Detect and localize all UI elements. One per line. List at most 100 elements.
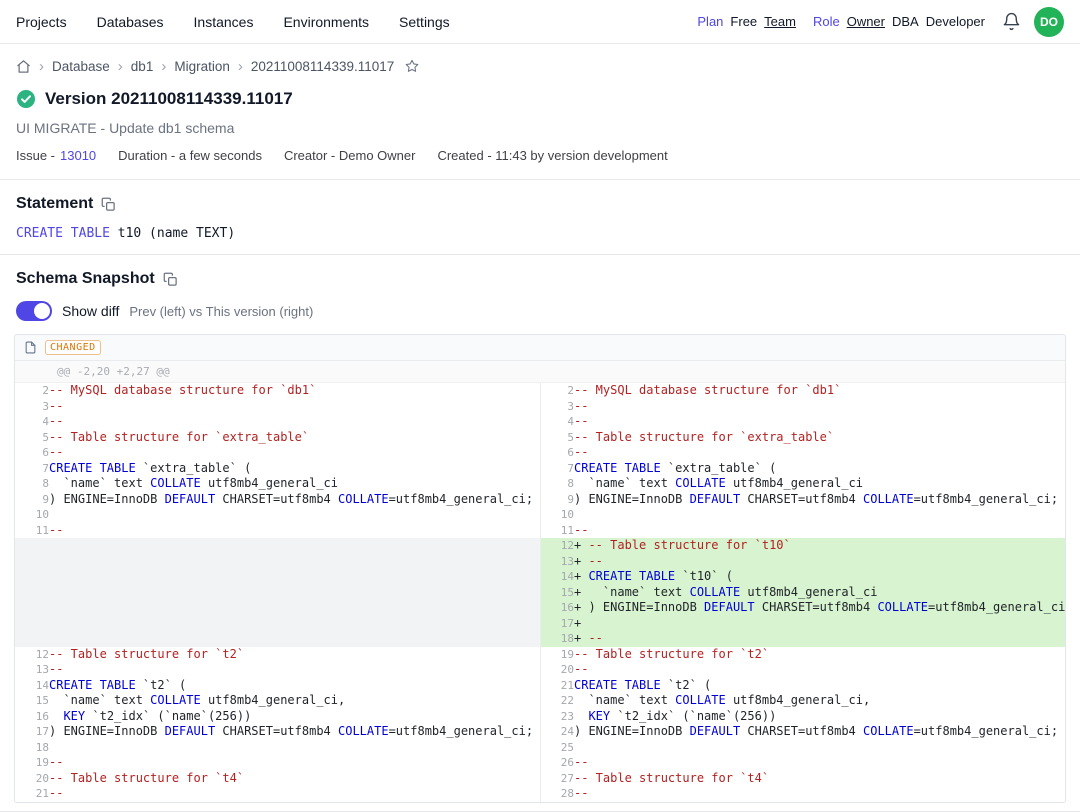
breadcrumb-separator: › (238, 59, 243, 74)
bell-icon (1002, 12, 1021, 31)
code-line (49, 740, 540, 756)
line-number: 6 (540, 445, 574, 461)
divider (0, 254, 1080, 255)
issue-label: Issue - (16, 148, 55, 163)
copy-snapshot-button[interactable] (163, 272, 178, 287)
code-line (49, 616, 540, 632)
code-line: CREATE TABLE `t2` ( (574, 678, 1065, 694)
diff-row: 14+ CREATE TABLE `t10` ( (15, 569, 1065, 585)
diff-row: 16 KEY `t2_idx` (`name`(256))23 KEY `t2_… (15, 709, 1065, 725)
code-line: -- MySQL database structure for `db1` (49, 383, 540, 399)
divider (0, 179, 1080, 180)
code-line: ) ENGINE=InnoDB DEFAULT CHARSET=utf8mb4 … (49, 492, 540, 508)
code-line: + -- (574, 554, 1065, 570)
code-line: + ) ENGINE=InnoDB DEFAULT CHARSET=utf8mb… (574, 600, 1065, 616)
plan-link[interactable]: Plan (697, 14, 723, 29)
code-line (49, 631, 540, 647)
code-line (574, 507, 1065, 523)
sql-rest: t10 (name TEXT) (110, 226, 235, 241)
diff-row: 2-- MySQL database structure for `db1`2-… (15, 383, 1065, 399)
code-line (49, 538, 540, 554)
diff-row: 12-- Table structure for `t2`19-- Table … (15, 647, 1065, 663)
breadcrumb-item[interactable]: db1 (131, 59, 154, 74)
code-line: -- (574, 414, 1065, 430)
meta-created: Created - 11:43 by version development (437, 148, 667, 163)
team-link[interactable]: Team (764, 14, 796, 29)
file-icon (24, 340, 37, 355)
code-line: -- (574, 786, 1065, 802)
diff-row: 12+ -- Table structure for `t10` (15, 538, 1065, 554)
code-line: -- (49, 445, 540, 461)
code-line: -- MySQL database structure for `db1` (574, 383, 1065, 399)
breadcrumb-separator: › (39, 59, 44, 74)
breadcrumb-item[interactable]: Database (52, 59, 110, 74)
line-number: 24 (540, 724, 574, 740)
code-line (49, 569, 540, 585)
code-line (49, 600, 540, 616)
diff-row: 1825 (15, 740, 1065, 756)
diff-row: 17) ENGINE=InnoDB DEFAULT CHARSET=utf8mb… (15, 724, 1065, 740)
code-line: `name` text COLLATE utf8mb4_general_ci, (49, 693, 540, 709)
line-number: 25 (540, 740, 574, 756)
role-owner-link[interactable]: Owner (847, 14, 885, 29)
diff-row: 11--11-- (15, 523, 1065, 539)
diff-row: 9) ENGINE=InnoDB DEFAULT CHARSET=utf8mb4… (15, 492, 1065, 508)
role-dba-link[interactable]: DBA (892, 14, 919, 29)
diff-toolbar: CHANGED (15, 335, 1065, 361)
code-line: -- Table structure for `extra_table` (49, 430, 540, 446)
nav-right: Plan Free Team Role Owner DBA Developer … (697, 7, 1064, 37)
nav-item-settings[interactable]: Settings (399, 14, 450, 30)
line-number: 23 (540, 709, 574, 725)
favorite-button[interactable] (404, 58, 420, 74)
code-line: ) ENGINE=InnoDB DEFAULT CHARSET=utf8mb4 … (574, 724, 1065, 740)
line-number: 6 (15, 445, 49, 461)
line-number: 14 (15, 678, 49, 694)
breadcrumb-home[interactable] (16, 59, 31, 74)
line-number: 4 (15, 414, 49, 430)
breadcrumb: ›Database›db1›Migration›20211008114339.1… (0, 44, 1080, 74)
code-line: -- (49, 414, 540, 430)
nav-item-environments[interactable]: Environments (283, 14, 369, 30)
copy-icon (101, 197, 116, 212)
line-number (15, 600, 49, 616)
code-line (574, 740, 1065, 756)
diff-row: 19--26-- (15, 755, 1065, 771)
version-subtitle: UI MIGRATE - Update db1 schema (0, 120, 1080, 136)
breadcrumb-item[interactable]: Migration (174, 59, 230, 74)
line-number: 20 (540, 662, 574, 678)
diff-row: 15+ `name` text COLLATE utf8mb4_general_… (15, 585, 1065, 601)
line-number: 22 (540, 693, 574, 709)
user-avatar[interactable]: DO (1034, 7, 1064, 37)
role-developer-link[interactable]: Developer (926, 14, 985, 29)
code-line: + `name` text COLLATE utf8mb4_general_ci (574, 585, 1065, 601)
show-diff-toggle[interactable] (16, 301, 52, 321)
line-number: 5 (15, 430, 49, 446)
nav-item-databases[interactable]: Databases (97, 14, 164, 30)
diff-row: 13--20-- (15, 662, 1065, 678)
line-number: 18 (540, 631, 574, 647)
nav-item-instances[interactable]: Instances (194, 14, 254, 30)
version-header: Version 20211008114339.11017 (0, 89, 1080, 109)
nav-item-projects[interactable]: Projects (16, 14, 67, 30)
diff-row: 21--28-- (15, 786, 1065, 802)
sql-keyword: CREATE TABLE (16, 226, 110, 241)
line-number: 19 (15, 755, 49, 771)
copy-statement-button[interactable] (101, 197, 116, 212)
breadcrumb-items: ›Database›db1›Migration›20211008114339.1… (39, 59, 394, 74)
code-line: + CREATE TABLE `t10` ( (574, 569, 1065, 585)
line-number: 16 (15, 709, 49, 725)
line-number: 2 (15, 383, 49, 399)
line-number: 4 (540, 414, 574, 430)
breadcrumb-separator: › (161, 59, 166, 74)
role-link[interactable]: Role (813, 14, 840, 29)
line-number: 9 (15, 492, 49, 508)
notifications-button[interactable] (1002, 12, 1021, 31)
issue-link[interactable]: 13010 (60, 148, 96, 163)
statement-sql: CREATE TABLE t10 (name TEXT) (0, 226, 1080, 241)
line-number: 7 (15, 461, 49, 477)
diff-row: 14CREATE TABLE `t2` (21CREATE TABLE `t2`… (15, 678, 1065, 694)
page-title: Version 20211008114339.11017 (45, 89, 293, 109)
breadcrumb-item[interactable]: 20211008114339.11017 (251, 59, 394, 74)
code-line: KEY `t2_idx` (`name`(256)) (574, 709, 1065, 725)
diff-row: 18+ -- (15, 631, 1065, 647)
